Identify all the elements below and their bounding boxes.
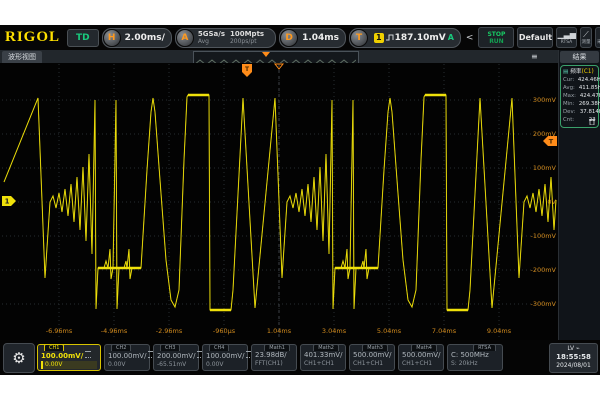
minimap-position-marker-icon[interactable] (262, 52, 270, 57)
waveform-display[interactable]: -6.96ms -4.96ms -2.96ms -960µs 1.04ms 3.04ms 5… (0, 63, 558, 340)
acq-mode: Avg (198, 38, 225, 46)
svg-text:0V: 0V (547, 198, 556, 206)
ch1-trace (4, 95, 556, 310)
status-icons: LV ⌁ (550, 344, 597, 353)
svg-text:-4.96ms: -4.96ms (101, 327, 128, 335)
dc-coupling-icon (85, 351, 91, 358)
sample-rate: 5GSa/s (198, 30, 225, 38)
measurement-source: (C1) (582, 68, 594, 75)
collapse-chevron-icon[interactable]: < (466, 33, 474, 43)
resolution: 200ps/pt (230, 38, 264, 46)
svg-text:9.04ms: 9.04ms (487, 327, 512, 335)
measurement-title: 频率 (570, 68, 581, 75)
stat-value: 424.47Hz (580, 92, 600, 99)
timebase-value: 2.00ms/ (125, 33, 165, 43)
ch3-offset: -65.51mV (157, 361, 195, 369)
svg-text:-300mV: -300mV (530, 300, 556, 308)
measurement-card[interactable]: ▤ 频率(C1) Cur: 424.46Hz Avg: 411.85Hz Max: 4… (560, 65, 599, 128)
svg-text:T: T (549, 138, 554, 146)
svg-text:-6.96ms: -6.96ms (46, 327, 73, 335)
acquisition-group[interactable]: A 5GSa/s Avg 100Mpts 200ps/pt (175, 28, 276, 48)
svg-text:-960µs: -960µs (213, 327, 236, 335)
stat-label: Min: (563, 100, 574, 107)
channel-tile-ch4[interactable]: CH4 100.00mV/ 0.00V (202, 344, 248, 371)
stat-value: 37.814Hz (579, 108, 600, 115)
toolbar-rtsa-button[interactable]: ▁▃▅ RTSA (556, 27, 576, 48)
waveform-view-tab[interactable]: 波形视图 (2, 51, 42, 63)
strip-menu-icon[interactable]: ≡ (531, 52, 538, 61)
time-display: 18:55:58 (550, 353, 597, 362)
rigol-logo: RIGOL (5, 29, 60, 46)
top-bar: RIGOL TD H 2.00ms/ A 5GSa/s Avg 100Mpts … (0, 25, 600, 50)
bottom-bar: ⚙ CH1 100.00mV/ 0.00V CH2 100.00mV/ 0.00… (0, 340, 600, 375)
run-stop-button[interactable]: STOP RUN (478, 27, 514, 48)
math3-tile[interactable]: Math3 500.00mV/ CH1+CH1 (349, 344, 395, 371)
waveform-svg: -6.96ms -4.96ms -2.96ms -960µs 1.04ms 3.04ms 5… (0, 63, 558, 340)
delay-value: 1.04ms (302, 33, 339, 43)
result-panel-header[interactable]: 结果 (560, 51, 599, 63)
toolbar-measure-button[interactable]: ⟋ 测量 (580, 27, 592, 48)
svg-text:-2.96ms: -2.96ms (156, 327, 183, 335)
horizontal-knob[interactable]: H (103, 29, 121, 47)
math4-tile[interactable]: Math4 500.00mV/ CH1+CH1 (398, 344, 444, 371)
delay-group[interactable]: D 1.04ms (279, 28, 346, 48)
stat-label: Dev: (563, 108, 575, 115)
toolbar-acquire-button[interactable]: ∿+ 采集控制 (595, 27, 600, 48)
default-button[interactable]: Default (517, 27, 553, 48)
math2-tile[interactable]: Math2 401.33mV/ CH1+CH1 (300, 344, 346, 371)
memory-depth: 100Mpts (230, 30, 264, 38)
svg-text:300mV: 300mV (533, 96, 557, 104)
svg-text:1.04ms: 1.04ms (267, 327, 292, 335)
stat-label: Avg: (563, 84, 575, 91)
rtsa-tile[interactable]: RTSA C: 500MHz S: 20kHz (447, 344, 503, 371)
stat-label: Cur: (563, 76, 574, 83)
stat-value: 269.38Hz (579, 100, 600, 107)
svg-text:3.04ms: 3.04ms (322, 327, 347, 335)
ruler-icon: ⟋ (583, 31, 589, 39)
clock-tile[interactable]: LV ⌁ 18:55:58 2024/08/01 (549, 343, 598, 373)
result-panel: 结果 ▤ 频率(C1) Cur: 424.46Hz Avg: 411.85Hz Ma… (558, 50, 600, 340)
ch2-offset: 0.00V (108, 361, 146, 369)
svg-text:5.04ms: 5.04ms (377, 327, 402, 335)
channel-tile-ch1[interactable]: CH1 100.00mV/ 0.00V (37, 344, 101, 371)
stat-value: 411.85Hz (579, 84, 600, 91)
trigger-group[interactable]: T 1 187.10mV A (349, 28, 461, 48)
svg-text:-100mV: -100mV (530, 232, 556, 240)
math1-tile[interactable]: Math1 23.98dB/ FFT(CH1) (251, 344, 297, 371)
stat-label: Cnt: (563, 116, 574, 123)
trigger-source-badge: 1 (374, 33, 384, 43)
trigger-edge-icon (386, 33, 395, 42)
delete-measurement-icon[interactable] (589, 118, 595, 125)
ch1-offset: 0.00V (41, 361, 97, 369)
view-tab-strip: 波形视图 ≡ (0, 50, 558, 63)
channel-tile-ch2[interactable]: CH2 100.00mV/ 0.00V (104, 344, 150, 371)
ch4-offset: 0.00V (206, 361, 244, 369)
axis-labels: -6.96ms -4.96ms -2.96ms -960µs 1.04ms 3.04ms 5… (46, 96, 557, 335)
acquire-knob[interactable]: A (176, 29, 194, 47)
trigger-level-value: 187.10mV (395, 33, 446, 43)
channel-tile-ch3[interactable]: CH3 200.00mV/ -65.51mV (153, 344, 199, 371)
trigger-mode-button[interactable]: TD (67, 29, 99, 47)
trigger-sweep-mode: A (448, 33, 454, 42)
svg-text:100mV: 100mV (533, 164, 557, 172)
oscilloscope-screen: RIGOL TD H 2.00ms/ A 5GSa/s Avg 100Mpts … (0, 25, 600, 375)
stat-label: Max: (563, 92, 576, 99)
spectrum-icon: ▁▃▅ (557, 31, 575, 39)
trigger-knob[interactable]: T (350, 29, 368, 47)
svg-text:-200mV: -200mV (530, 266, 556, 274)
measurement-icon: ▤ (563, 68, 568, 75)
svg-text:1: 1 (5, 198, 10, 206)
svg-text:7.04ms: 7.04ms (432, 327, 457, 335)
delay-knob[interactable]: D (280, 29, 298, 47)
settings-gear-icon[interactable]: ⚙ (3, 343, 35, 373)
date-display: 2024/08/01 (550, 362, 597, 370)
horizontal-group[interactable]: H 2.00ms/ (102, 28, 172, 48)
stat-value: 424.46Hz (578, 76, 600, 83)
